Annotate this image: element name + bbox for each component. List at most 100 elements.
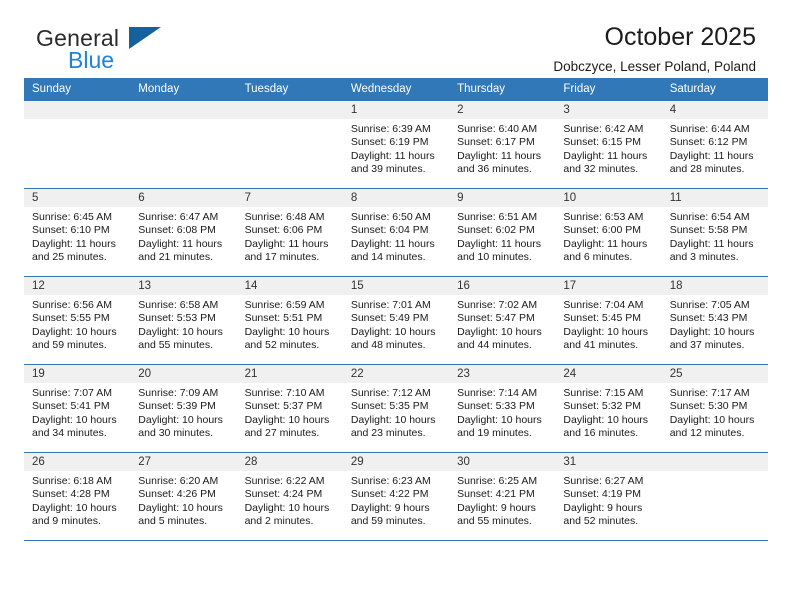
calendar-day-cell[interactable]: 15 Sunrise: 7:01 AM Sunset: 5:49 PM Dayligh… (342, 276, 450, 365)
day-number: 5 (24, 189, 131, 207)
daylight-text: Daylight: 11 hours and 39 minutes. (350, 149, 435, 176)
sunset-text: Sunset: 6:15 PM (563, 136, 642, 149)
sunrise-text: Sunrise: 6:40 AM (457, 123, 538, 135)
calendar-day-cell[interactable]: 29 Sunrise: 6:23 AM Sunset: 4:22 PM Dayligh… (342, 452, 450, 541)
calendar-week-row: 1 Sunrise: 6:39 AM Sunset: 6:19 PM Daylight… (24, 100, 768, 189)
sunrise-text: Sunrise: 7:04 AM (563, 299, 644, 311)
calendar-day-cell[interactable]: 31 Sunrise: 6:27 AM Sunset: 4:19 PM Dayligh… (555, 452, 662, 541)
calendar-day-cell[interactable]: 19 Sunrise: 7:07 AM Sunset: 5:41 PM Dayligh… (24, 364, 131, 453)
day-number: 24 (555, 365, 662, 383)
calendar-day-cell[interactable]: 17 Sunrise: 7:04 AM Sunset: 5:45 PM Dayligh… (555, 276, 662, 365)
calendar-day-cell[interactable]: 20 Sunrise: 7:09 AM Sunset: 5:39 PM Dayligh… (130, 364, 237, 453)
day-sun-info: Sunrise: 6:50 AM Sunset: 6:04 PM Daylight:… (343, 207, 449, 265)
day-number: 14 (236, 277, 343, 295)
calendar-day-cell[interactable]: 30 Sunrise: 6:25 AM Sunset: 4:21 PM Dayligh… (449, 452, 556, 541)
calendar-day-cell[interactable]: 8 Sunrise: 6:50 AM Sunset: 6:04 PM Daylight… (342, 188, 450, 277)
page-title: October 2025 (604, 23, 757, 51)
daylight-text: Daylight: 10 hours and 9 minutes. (32, 501, 117, 528)
sunset-text: Sunset: 5:49 PM (350, 312, 429, 325)
sunrise-text: Sunrise: 7:12 AM (350, 387, 431, 399)
day-number: 19 (24, 365, 131, 383)
calendar-day-cell[interactable]: 21 Sunrise: 7:10 AM Sunset: 5:37 PM Dayligh… (236, 364, 343, 453)
daylight-text: Daylight: 10 hours and 52 minutes. (244, 325, 330, 352)
weekday-header-wednesday: Wednesday (342, 78, 450, 101)
triangle-icon (129, 27, 161, 49)
daylight-text: Daylight: 10 hours and 12 minutes. (669, 413, 755, 440)
calendar-day-cell[interactable]: 1 Sunrise: 6:39 AM Sunset: 6:19 PM Daylight… (342, 100, 450, 189)
calendar-day-cell[interactable]: 25 Sunrise: 7:17 AM Sunset: 5:30 PM Dayligh… (661, 364, 768, 453)
sunset-text: Sunset: 6:10 PM (32, 224, 110, 237)
sunrise-text: Sunrise: 6:25 AM (457, 475, 538, 487)
daylight-text: Daylight: 10 hours and 37 minutes. (669, 325, 755, 352)
sunrise-text: Sunrise: 7:01 AM (350, 299, 431, 311)
calendar-day-cell[interactable]: 16 Sunrise: 7:02 AM Sunset: 5:47 PM Dayligh… (449, 276, 556, 365)
day-number: 4 (661, 101, 768, 119)
page-header: General Blue October 2025 Dobczyce, Less… (24, 0, 768, 74)
sunrise-text: Sunrise: 7:09 AM (138, 387, 219, 399)
sunrise-text: Sunrise: 7:15 AM (563, 387, 644, 399)
calendar-day-cell[interactable]: 24 Sunrise: 7:15 AM Sunset: 5:32 PM Dayligh… (555, 364, 662, 453)
calendar-week-row: 12 Sunrise: 6:56 AM Sunset: 5:55 PM Dayligh… (24, 276, 768, 365)
daylight-text: Daylight: 11 hours and 25 minutes. (32, 237, 116, 264)
calendar-day-cell[interactable]: 9 Sunrise: 6:51 AM Sunset: 6:02 PM Daylight… (449, 188, 556, 277)
sunset-text: Sunset: 5:55 PM (32, 312, 110, 325)
sunrise-text: Sunrise: 6:39 AM (350, 123, 431, 135)
calendar-day-cell[interactable]: 18 Sunrise: 7:05 AM Sunset: 5:43 PM Dayligh… (661, 276, 768, 365)
sunset-text: Sunset: 6:02 PM (457, 224, 535, 237)
day-sun-info: Sunrise: 7:01 AM Sunset: 5:49 PM Daylight:… (343, 295, 449, 353)
calendar-day-cell[interactable]: 26 Sunrise: 6:18 AM Sunset: 4:28 PM Dayligh… (24, 452, 131, 541)
calendar-day-cell[interactable]: 5 Sunrise: 6:45 AM Sunset: 6:10 PM Daylight… (24, 188, 131, 277)
day-number: 21 (236, 365, 343, 383)
sunrise-text: Sunrise: 6:44 AM (669, 123, 750, 135)
sunset-text: Sunset: 4:22 PM (350, 488, 429, 501)
day-number: 26 (24, 453, 131, 471)
calendar-day-cell[interactable]: 4 Sunrise: 6:44 AM Sunset: 6:12 PM Daylight… (661, 100, 768, 189)
day-number: 7 (236, 189, 343, 207)
daylight-text: Daylight: 10 hours and 2 minutes. (244, 501, 330, 528)
calendar-day-cell[interactable]: 2 Sunrise: 6:40 AM Sunset: 6:17 PM Daylight… (449, 100, 556, 189)
sunrise-text: Sunrise: 7:02 AM (457, 299, 538, 311)
day-sun-info: Sunrise: 7:09 AM Sunset: 5:39 PM Daylight:… (130, 383, 236, 441)
day-sun-info: Sunrise: 6:51 AM Sunset: 6:02 PM Daylight:… (449, 207, 555, 265)
day-sun-info: Sunrise: 7:10 AM Sunset: 5:37 PM Daylight:… (237, 383, 343, 441)
calendar-day-cell[interactable]: 14 Sunrise: 6:59 AM Sunset: 5:51 PM Dayligh… (236, 276, 343, 365)
calendar-day-cell[interactable]: 13 Sunrise: 6:58 AM Sunset: 5:53 PM Dayligh… (130, 276, 237, 365)
sunset-text: Sunset: 6:06 PM (244, 224, 323, 237)
sunrise-text: Sunrise: 6:27 AM (563, 475, 644, 487)
day-number: 3 (555, 101, 662, 119)
day-number: 30 (449, 453, 556, 471)
sunset-text: Sunset: 4:24 PM (244, 488, 323, 501)
day-sun-info: Sunrise: 6:58 AM Sunset: 5:53 PM Daylight:… (130, 295, 236, 353)
calendar-table: Sunday Monday Tuesday Wednesday Thursday… (24, 78, 768, 541)
sunset-text: Sunset: 6:04 PM (350, 224, 429, 237)
weekday-header-friday: Friday (555, 78, 662, 101)
calendar-day-cell[interactable]: 12 Sunrise: 6:56 AM Sunset: 5:55 PM Dayligh… (24, 276, 131, 365)
day-sun-info: Sunrise: 6:44 AM Sunset: 6:12 PM Daylight:… (662, 119, 768, 177)
calendar-day-cell[interactable]: 3 Sunrise: 6:42 AM Sunset: 6:15 PM Daylight… (555, 100, 662, 189)
sunset-text: Sunset: 4:28 PM (32, 488, 110, 501)
day-number: 6 (130, 189, 237, 207)
day-number: 11 (661, 189, 768, 207)
calendar-day-cell[interactable]: 22 Sunrise: 7:12 AM Sunset: 5:35 PM Dayligh… (342, 364, 450, 453)
calendar-day-cell[interactable]: 27 Sunrise: 6:20 AM Sunset: 4:26 PM Dayligh… (130, 452, 237, 541)
sunrise-text: Sunrise: 6:20 AM (138, 475, 219, 487)
calendar-day-cell[interactable]: 7 Sunrise: 6:48 AM Sunset: 6:06 PM Daylight… (236, 188, 343, 277)
sunset-text: Sunset: 5:33 PM (457, 400, 535, 413)
calendar-day-cell[interactable]: 11 Sunrise: 6:54 AM Sunset: 5:58 PM Dayligh… (661, 188, 768, 277)
calendar-day-cell[interactable]: 23 Sunrise: 7:14 AM Sunset: 5:33 PM Dayligh… (449, 364, 556, 453)
calendar-day-cell[interactable]: 10 Sunrise: 6:53 AM Sunset: 6:00 PM Dayligh… (555, 188, 662, 277)
daylight-text: Daylight: 10 hours and 41 minutes. (563, 325, 649, 352)
sunrise-text: Sunrise: 7:10 AM (244, 387, 325, 399)
title-block: October 2025 Dobczyce, Lesser Poland, Po… (553, 22, 756, 76)
sunset-text: Sunset: 5:41 PM (32, 400, 110, 413)
sunset-text: Sunset: 4:26 PM (138, 488, 216, 501)
calendar-body: 1 Sunrise: 6:39 AM Sunset: 6:19 PM Daylight… (24, 100, 768, 541)
day-sun-info: Sunrise: 7:15 AM Sunset: 5:32 PM Daylight:… (555, 383, 661, 441)
calendar-day-cell[interactable]: 28 Sunrise: 6:22 AM Sunset: 4:24 PM Dayligh… (236, 452, 343, 541)
calendar-day-cell[interactable]: 6 Sunrise: 6:47 AM Sunset: 6:08 PM Daylight… (130, 188, 237, 277)
day-number: 8 (342, 189, 450, 207)
calendar-cell-empty (24, 100, 131, 189)
calendar-cell-empty (130, 100, 237, 189)
sunset-text: Sunset: 6:08 PM (138, 224, 216, 237)
sunset-text: Sunset: 5:51 PM (244, 312, 323, 325)
